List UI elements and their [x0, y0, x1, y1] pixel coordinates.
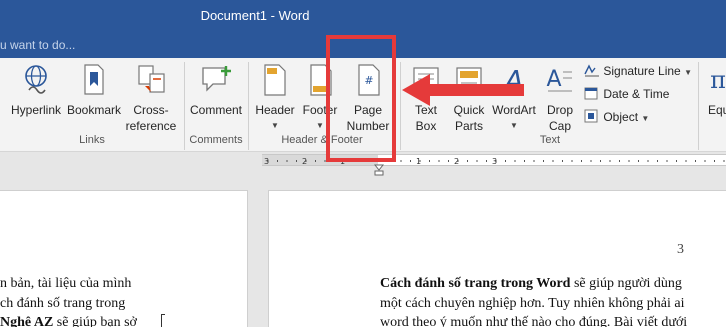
doc-line: Cách đánh số trang trong Word sẽ giúp ng… — [380, 274, 682, 294]
ruler-number: 2 — [302, 157, 307, 166]
header-dropdown-icon: ▼ — [271, 121, 279, 130]
header-button[interactable]: Header ▼ — [250, 62, 300, 134]
doc-line: ch đánh số trang trong — [0, 296, 126, 311]
red-arrow-icon — [402, 74, 524, 106]
doc-text: sẽ giúp người dùng — [570, 276, 682, 291]
globe-link-icon — [25, 65, 47, 94]
wordart-dropdown-icon: ▼ — [510, 121, 518, 130]
object-dropdown-icon: ▼ — [641, 114, 650, 123]
ruler-number: 1 — [416, 157, 421, 166]
object-button[interactable]: Object ▼ — [584, 109, 649, 127]
object-label: Object — [603, 110, 639, 124]
bookmark-button[interactable]: Bookmark — [64, 62, 124, 130]
cross-reference-button[interactable]: Cross- reference — [122, 62, 180, 133]
object-icon — [584, 109, 598, 123]
comment-label: Comment — [189, 103, 242, 117]
doc-line: một cách chuyên nghiệp hơn. Tuy nhiên kh… — [380, 296, 685, 311]
hyperlink-label: Hyperlink — [10, 103, 61, 117]
ruler-number: 2 — [454, 157, 459, 166]
cross-reference-label-2: reference — [125, 119, 177, 133]
text-cursor-icon — [161, 314, 165, 327]
header-label: Header — [255, 103, 295, 117]
signature-line-icon — [584, 64, 599, 77]
ruler-number: 3 — [264, 157, 269, 166]
doc-line: Nghệ AZ sẽ giúp bạn sở — [0, 313, 137, 327]
svg-text:A: A — [546, 67, 561, 92]
cross-reference-icon — [138, 65, 165, 93]
doc-line: word theo ý muốn như thế nào cho đúng. B… — [380, 315, 688, 327]
doc-bold-text: Nghệ AZ — [0, 315, 54, 327]
svg-text:π: π — [710, 66, 726, 94]
tell-me-search[interactable]: u want to do... — [0, 38, 75, 52]
hyperlink-button[interactable]: Hyperlink — [6, 62, 66, 130]
comment-icon — [202, 66, 231, 92]
highlight-box — [326, 35, 396, 162]
signature-line-label: Signature Line — [603, 64, 681, 78]
header-icon — [264, 64, 286, 96]
bookmark-label: Bookmark — [66, 103, 122, 117]
group-label-text: Text — [539, 134, 561, 146]
quick-parts-label-2: Parts — [454, 119, 483, 133]
page-number-text: 3 — [677, 242, 684, 257]
group-label-links: Links — [79, 134, 105, 146]
drop-cap-icon: A — [546, 67, 572, 92]
date-time-label: Date & Time — [603, 87, 670, 101]
text-box-label-2: Box — [415, 119, 437, 133]
drop-cap-button[interactable]: A Drop Cap — [538, 62, 582, 134]
signature-line-button[interactable]: Signature Line ▼ — [584, 63, 692, 81]
bookmark-icon — [84, 64, 104, 95]
drop-cap-label-2: Cap — [548, 119, 571, 133]
doc-line: n bản, tài liệu của mình — [0, 276, 132, 291]
date-time-button[interactable]: Date & Time — [584, 86, 669, 102]
comment-button[interactable]: Comment — [186, 62, 246, 130]
equation-label: Equ — [708, 103, 726, 117]
group-separator — [248, 62, 249, 150]
signature-line-dropdown-icon: ▼ — [684, 68, 692, 77]
group-label-comments: Comments — [189, 134, 243, 146]
group-separator — [698, 62, 699, 150]
doc-bold-text: Cách đánh số trang trong Word — [380, 276, 571, 291]
group-separator — [184, 62, 185, 150]
indent-marker-icon[interactable] — [374, 164, 384, 176]
window-title: Document1 - Word — [200, 8, 310, 23]
equation-button[interactable]: π Equ — [702, 62, 726, 134]
cross-reference-label: Cross- — [133, 103, 169, 117]
calendar-clock-icon — [584, 87, 598, 100]
drop-cap-label: Drop — [546, 103, 573, 117]
doc-text: sẽ giúp bạn sở — [53, 315, 137, 327]
pi-icon: π — [710, 66, 726, 94]
ruler-number: 3 — [492, 157, 497, 166]
